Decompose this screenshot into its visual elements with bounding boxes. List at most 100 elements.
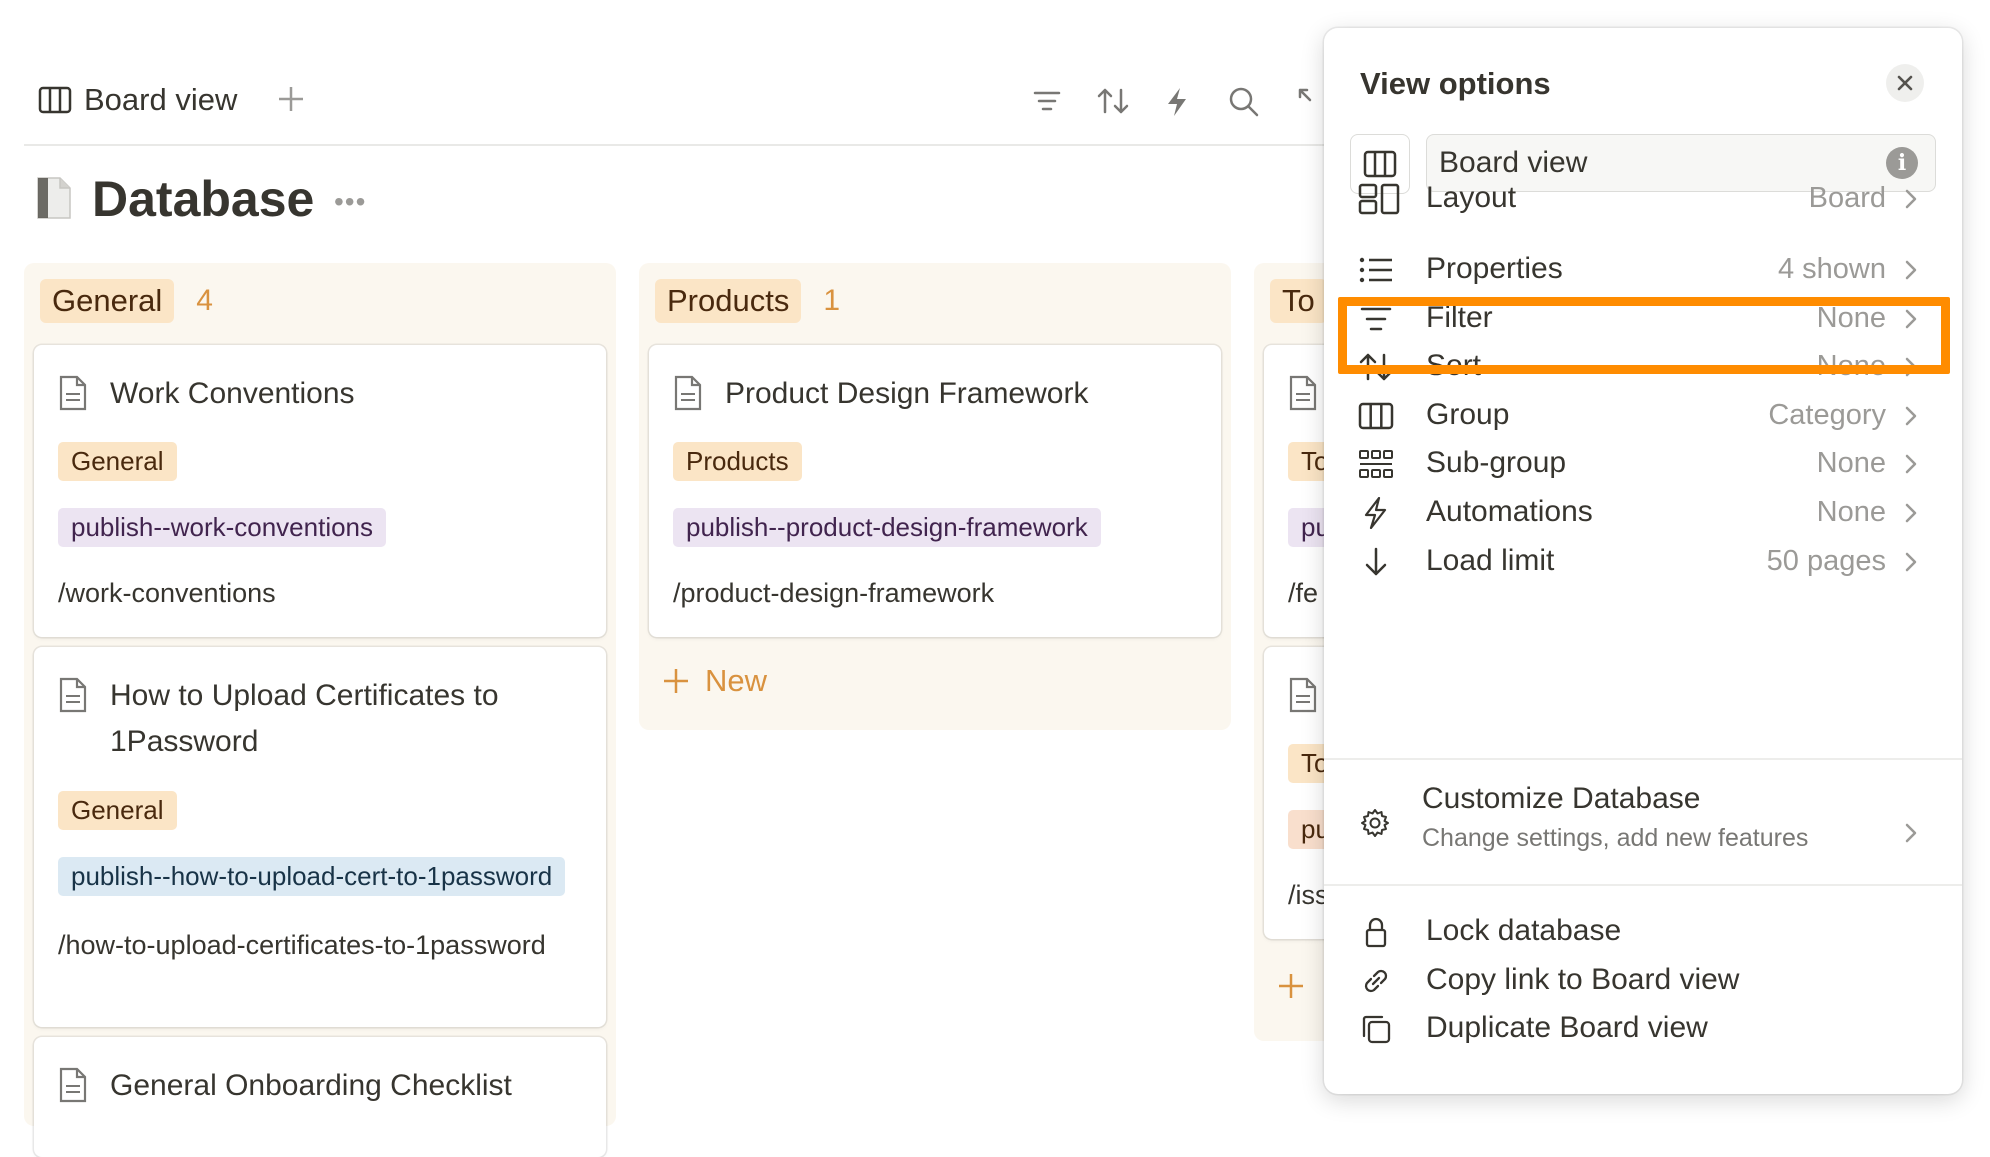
expand-button[interactable]: [1296, 86, 1324, 118]
page-more-button[interactable]: •••: [334, 186, 366, 218]
publish-tag: publish--product-design-framework: [673, 508, 1101, 547]
duplicate-icon: [1358, 1013, 1394, 1045]
lightning-icon: [1168, 88, 1186, 116]
sort-button[interactable]: [1096, 86, 1130, 116]
list-icon: [1358, 254, 1394, 286]
document-icon: [1288, 677, 1318, 713]
chevron-right-icon: [1904, 188, 1918, 210]
filter-button[interactable]: [1032, 86, 1062, 116]
layout-icon: [1358, 183, 1400, 215]
customize-title: Customize Database: [1422, 782, 1701, 815]
search-icon: [1229, 87, 1259, 117]
gear-icon: [1360, 808, 1390, 838]
menu-divider: [1324, 884, 1962, 886]
option-value: None: [1816, 496, 1886, 528]
card-title: How to Upload Certificates to 1Password: [110, 679, 499, 758]
column-count: 1: [823, 284, 841, 317]
option-properties[interactable]: Properties 4 shown: [1324, 242, 1962, 298]
lightning-icon: [1358, 497, 1394, 529]
action-label: Copy link to Board view: [1426, 963, 1740, 996]
column-name: General: [40, 279, 175, 323]
column-header[interactable]: General 4: [40, 279, 213, 323]
document-icon: [673, 375, 703, 411]
chevron-right-icon: [1904, 405, 1918, 427]
card-path: /how-to-upload-certificates-to-1password: [58, 930, 546, 960]
option-label: Layout: [1426, 181, 1517, 214]
panel-title: View options: [1360, 66, 1551, 101]
properties-highlight: [1338, 297, 1950, 374]
board-card[interactable]: Product Design Framework Products publis…: [649, 345, 1221, 637]
board-view-tab-label: Board view: [84, 82, 238, 117]
chevron-right-icon: [1904, 551, 1918, 573]
customize-subtitle: Change settings, add new features: [1422, 824, 1809, 852]
option-label: Load limit: [1426, 544, 1555, 577]
close-icon: [1897, 75, 1913, 91]
new-card-button[interactable]: [1276, 971, 1306, 1001]
filter-icon: [1033, 91, 1061, 111]
lock-icon: [1358, 916, 1394, 948]
close-button[interactable]: [1886, 64, 1924, 102]
board-view-tab[interactable]: Board view: [38, 82, 237, 118]
card-title: Work Conventions: [110, 377, 355, 410]
search-button[interactable]: [1228, 86, 1260, 118]
column-count: 4: [196, 284, 213, 317]
card-path: /work-conventions: [58, 578, 276, 608]
page-icon[interactable]: [34, 176, 74, 220]
card-path: /product-design-framework: [673, 578, 995, 608]
new-card-button[interactable]: New: [661, 663, 767, 699]
chevron-right-icon: [1904, 822, 1918, 844]
columns-icon: [1358, 400, 1394, 432]
document-icon: [58, 677, 88, 713]
chevron-right-icon: [1904, 259, 1918, 281]
expand-icon: [1298, 88, 1312, 102]
board-column-general: General 4 Work Conventions General publi…: [24, 263, 616, 1157]
option-value: Board: [1808, 182, 1886, 214]
column-header[interactable]: To: [1270, 279, 1327, 323]
plus-icon: [664, 669, 688, 693]
chevron-right-icon: [1904, 453, 1918, 475]
add-view-button[interactable]: [276, 84, 306, 114]
board-column-products: Products 1 Product Design Framework Prod…: [639, 263, 1231, 730]
grid-icon: [1358, 448, 1394, 480]
publish-tag: publish--work-conventions: [58, 508, 387, 547]
plus-icon: [279, 87, 303, 111]
toolbar-divider: [24, 144, 1324, 146]
card-title: General Onboarding Checklist: [110, 1069, 512, 1102]
category-tag: General: [58, 442, 177, 481]
column-name: Products: [655, 279, 802, 323]
link-icon: [1358, 965, 1394, 997]
document-icon: [1288, 375, 1318, 411]
publish-tag: publish--how-to-upload-cert-to-1password: [58, 857, 566, 896]
option-label: Sub-group: [1426, 446, 1567, 479]
board-card[interactable]: How to Upload Certificates to 1Password …: [34, 647, 606, 1027]
board-card[interactable]: Work Conventions General publish--work-c…: [34, 345, 606, 637]
option-layout[interactable]: Layout Board: [1324, 171, 1962, 227]
action-lock-database[interactable]: Lock database: [1324, 904, 1962, 960]
option-label: Automations: [1426, 495, 1593, 528]
plus-icon: [1279, 974, 1303, 998]
category-tag: Products: [673, 442, 802, 481]
menu-divider: [1324, 758, 1962, 760]
option-value: None: [1816, 447, 1886, 479]
action-duplicate-view[interactable]: Duplicate Board view: [1324, 1001, 1962, 1057]
column-header[interactable]: Products 1: [655, 279, 840, 323]
category-tag: General: [58, 791, 177, 830]
sort-icon: [1097, 88, 1129, 114]
option-label: Group: [1426, 398, 1510, 431]
board-view-icon: [38, 86, 72, 114]
chevron-right-icon: [1904, 502, 1918, 524]
action-label: Lock database: [1426, 914, 1622, 947]
column-name: To: [1270, 279, 1327, 323]
option-sub-group[interactable]: Sub-group None: [1324, 436, 1962, 492]
arrow-down-icon: [1358, 546, 1394, 578]
card-title: Product Design Framework: [725, 377, 1089, 410]
option-value: 4 shown: [1777, 253, 1886, 285]
automations-button[interactable]: [1164, 86, 1190, 118]
option-load-limit[interactable]: Load limit 50 pages: [1324, 534, 1962, 590]
option-customize-database[interactable]: [1324, 764, 1962, 876]
option-value: Category: [1768, 399, 1886, 431]
view-options-panel: View options i Layout Board Properties 4…: [1324, 28, 1962, 1094]
board-card[interactable]: General Onboarding Checklist: [34, 1037, 606, 1157]
option-automations[interactable]: Automations None: [1324, 485, 1962, 541]
action-label: Duplicate Board view: [1426, 1011, 1708, 1044]
